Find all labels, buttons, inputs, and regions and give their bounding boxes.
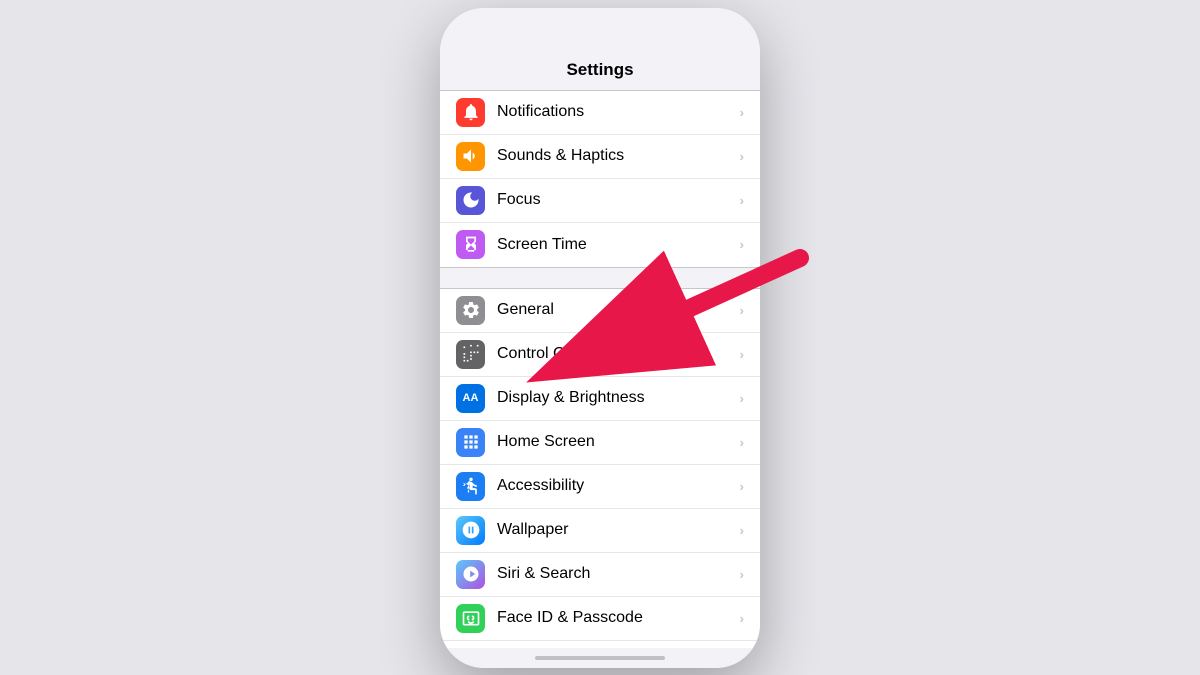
siri-icon [461, 564, 481, 584]
screentime-label: Screen Time [497, 236, 740, 254]
screentime-chevron: › [740, 237, 744, 252]
notifications-chevron: › [740, 105, 744, 120]
gear-icon [461, 300, 481, 320]
sounds-icon-wrap [456, 142, 485, 171]
focus-chevron: › [740, 193, 744, 208]
hourglass-icon [461, 235, 481, 255]
general-icon-wrap [456, 296, 485, 325]
sound-icon [461, 146, 481, 166]
home-icon [461, 432, 481, 452]
aa-icon-text: AA [463, 392, 479, 404]
siri-chevron: › [740, 567, 744, 582]
sounds-chevron: › [740, 149, 744, 164]
settings-row-accessibility[interactable]: Accessibility › [440, 465, 760, 509]
accessibility-icon-wrap [456, 472, 485, 501]
settings-row-screentime[interactable]: Screen Time › [440, 223, 760, 267]
display-chevron: › [740, 391, 744, 406]
faceid-chevron: › [740, 611, 744, 626]
settings-row-faceid[interactable]: Face ID & Passcode › [440, 597, 760, 641]
phone-frame: Settings Notifications › Sounds & Haptic… [440, 8, 760, 668]
display-label: Display & Brightness [497, 389, 740, 407]
wallpaper-chevron: › [740, 523, 744, 538]
home-indicator [440, 648, 760, 668]
control-icon [461, 344, 481, 364]
bell-icon [461, 102, 481, 122]
settings-row-wallpaper[interactable]: Wallpaper › [440, 509, 760, 553]
screentime-icon-wrap [456, 230, 485, 259]
faceid-icon [461, 608, 481, 628]
settings-row-siri[interactable]: Siri & Search › [440, 553, 760, 597]
focus-icon-wrap [456, 186, 485, 215]
wallpaper-label: Wallpaper [497, 521, 740, 539]
page-title: Settings [440, 52, 760, 90]
accessibility-icon [461, 476, 481, 496]
section-group-2: General › Control Center › AA Display & … [440, 288, 760, 648]
controlcenter-label: Control Center [497, 345, 740, 363]
homescreen-label: Home Screen [497, 433, 740, 451]
homescreen-chevron: › [740, 435, 744, 450]
status-bar [440, 8, 760, 52]
settings-row-sos[interactable]: SOS Emergency SOS › [440, 641, 760, 648]
faceid-label: Face ID & Passcode [497, 609, 740, 627]
general-label: General [497, 301, 740, 319]
display-icon-wrap: AA [456, 384, 485, 413]
accessibility-label: Accessibility [497, 477, 740, 495]
sounds-label: Sounds & Haptics [497, 147, 740, 165]
settings-scroll[interactable]: Notifications › Sounds & Haptics › Focus… [440, 90, 760, 648]
section-group-1: Notifications › Sounds & Haptics › Focus… [440, 90, 760, 268]
moon-icon [461, 190, 481, 210]
wallpaper-icon-wrap [456, 516, 485, 545]
wallpaper-icon [461, 520, 481, 540]
settings-row-notifications[interactable]: Notifications › [440, 91, 760, 135]
siri-icon-wrap [456, 560, 485, 589]
settings-row-display[interactable]: AA Display & Brightness › [440, 377, 760, 421]
settings-row-homescreen[interactable]: Home Screen › [440, 421, 760, 465]
notifications-label: Notifications [497, 103, 740, 121]
focus-label: Focus [497, 191, 740, 209]
homescreen-icon-wrap [456, 428, 485, 457]
settings-row-sounds[interactable]: Sounds & Haptics › [440, 135, 760, 179]
controlcenter-icon-wrap [456, 340, 485, 369]
settings-row-focus[interactable]: Focus › [440, 179, 760, 223]
faceid-icon-wrap [456, 604, 485, 633]
controlcenter-chevron: › [740, 347, 744, 362]
notifications-icon-wrap [456, 98, 485, 127]
siri-label: Siri & Search [497, 565, 740, 583]
settings-row-general[interactable]: General › [440, 289, 760, 333]
general-chevron: › [740, 303, 744, 318]
home-bar [535, 656, 665, 660]
accessibility-chevron: › [740, 479, 744, 494]
settings-row-controlcenter[interactable]: Control Center › [440, 333, 760, 377]
